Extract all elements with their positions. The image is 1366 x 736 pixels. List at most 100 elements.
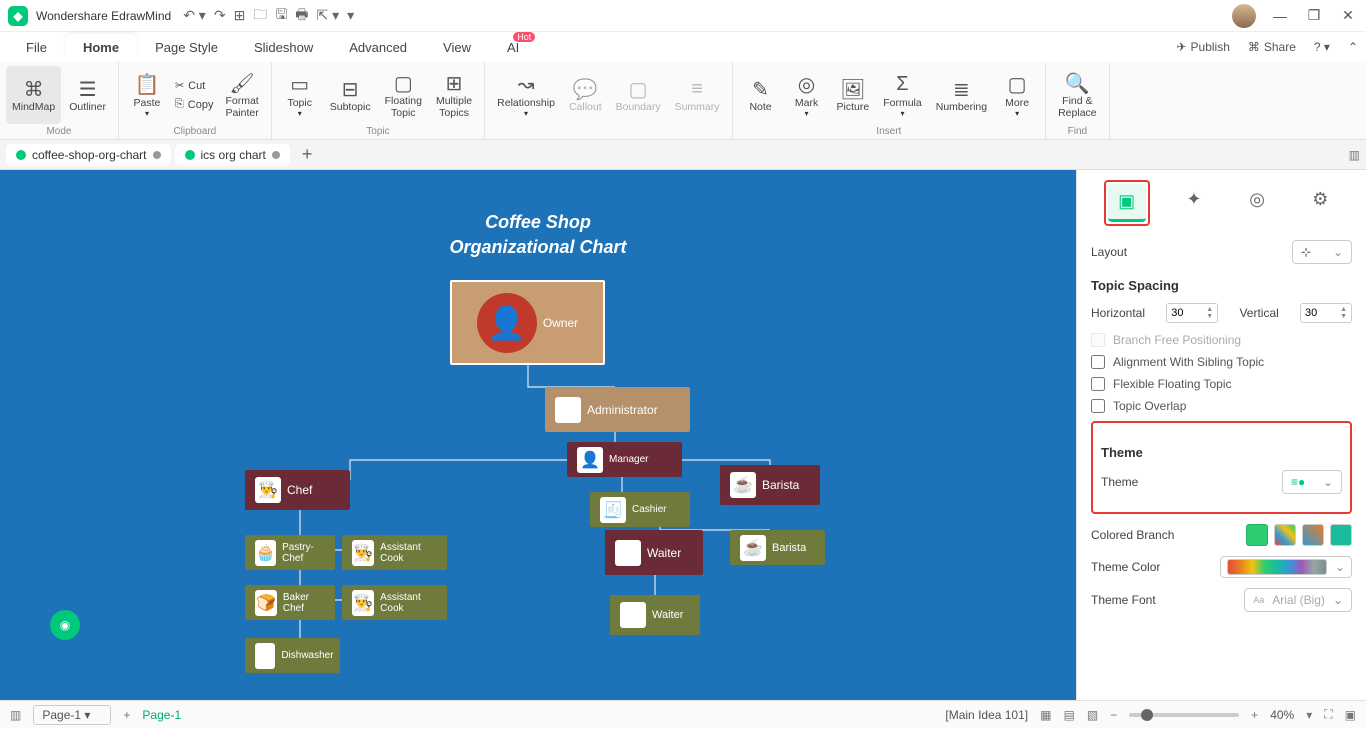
mark-button[interactable]: ◎Mark▾: [785, 66, 829, 124]
summary-button[interactable]: ≡Summary: [669, 66, 726, 124]
boundary-button[interactable]: ▢Boundary: [610, 66, 667, 124]
assistant-fab[interactable]: ◉: [50, 610, 80, 640]
zoom-slider[interactable]: [1129, 713, 1239, 717]
swatch-green[interactable]: [1246, 524, 1268, 546]
menu-home[interactable]: Home: [65, 34, 137, 61]
copy-button[interactable]: ⎘Copy: [171, 96, 218, 113]
relationship-button[interactable]: ↝Relationship▾: [491, 66, 561, 124]
multiple-topics-button[interactable]: ⊞Multiple Topics: [430, 66, 478, 124]
format-painter-button[interactable]: 🖌Format Painter: [219, 66, 264, 124]
panel-tab-mark[interactable]: ◎: [1238, 180, 1276, 218]
node-assistant-cook-2[interactable]: 👨‍🍳Assistant Cook: [342, 585, 447, 620]
swatch-teal[interactable]: [1330, 524, 1352, 546]
menu-ai[interactable]: AIHot: [489, 34, 537, 61]
fullscreen-icon[interactable]: ⛶: [1324, 707, 1332, 722]
node-waiter-lead[interactable]: 🍽Waiter: [605, 530, 703, 575]
doc-tab-1[interactable]: coffee-shop-org-chart: [6, 144, 171, 166]
node-waiter[interactable]: 🍽Waiter: [610, 595, 700, 635]
minimize-button[interactable]: —: [1270, 8, 1290, 24]
page-link[interactable]: Page-1: [142, 708, 181, 722]
node-admin[interactable]: ⚙Administrator: [545, 387, 690, 432]
cut-button[interactable]: ✂Cut: [171, 77, 218, 94]
add-tab-button[interactable]: +: [294, 144, 321, 165]
add-page-button[interactable]: +: [123, 708, 130, 722]
floating-topic-button[interactable]: ▢Floating Topic: [379, 66, 428, 124]
find-replace-button[interactable]: 🔍Find & Replace: [1052, 66, 1103, 124]
note-button[interactable]: ✎Note: [739, 66, 783, 124]
doc-tab-2[interactable]: ics org chart: [175, 144, 290, 166]
node-barista[interactable]: ☕Barista: [730, 530, 825, 565]
maximize-button[interactable]: ❐: [1304, 7, 1324, 24]
down-icon[interactable]: ▼: [1206, 313, 1213, 320]
canvas[interactable]: Coffee ShopOrganizational Chart 👤Owner ⚙…: [0, 170, 1076, 700]
mindmap-button[interactable]: ⌘MindMap: [6, 66, 61, 124]
open-icon[interactable]: 🗀: [253, 4, 267, 28]
align-sibling-checkbox[interactable]: [1091, 355, 1105, 369]
help-button[interactable]: ? ▾: [1314, 40, 1330, 54]
overlap-checkbox[interactable]: [1091, 399, 1105, 413]
zoom-dropdown[interactable]: ▾: [1306, 708, 1312, 722]
zoom-in-button[interactable]: +: [1251, 708, 1258, 722]
horizontal-input[interactable]: [1171, 307, 1199, 319]
picture-button[interactable]: 🖼Picture: [831, 66, 876, 124]
panel-toggle-icon[interactable]: ▣: [1345, 708, 1356, 722]
panel-tab-layout[interactable]: ▣: [1108, 184, 1146, 222]
node-manager[interactable]: 👤Manager: [567, 442, 682, 477]
paste-button[interactable]: 📋Paste▾: [125, 66, 169, 124]
publish-button[interactable]: ✈ Publish: [1176, 40, 1229, 54]
vertical-spinner[interactable]: ▲▼: [1300, 303, 1352, 323]
node-assistant-cook-1[interactable]: 👨‍🍳Assistant Cook: [342, 535, 447, 570]
theme-color-dropdown[interactable]: [1220, 556, 1352, 578]
redo-icon[interactable]: ↷: [214, 7, 226, 24]
layout-dropdown[interactable]: ⊹: [1292, 240, 1352, 264]
view-mode-1-icon[interactable]: ▦: [1040, 708, 1051, 722]
share-button[interactable]: ⌘ Share: [1248, 40, 1296, 54]
vertical-input[interactable]: [1305, 307, 1333, 319]
node-chef[interactable]: 👨‍🍳Chef: [245, 470, 350, 510]
pages-icon[interactable]: ▥: [10, 708, 21, 722]
theme-dropdown[interactable]: ≡●: [1282, 470, 1342, 494]
horizontal-spinner[interactable]: ▲▼: [1166, 303, 1218, 323]
callout-button[interactable]: 💬Callout: [563, 66, 608, 124]
up-icon[interactable]: ▲: [1206, 306, 1213, 313]
numbering-button[interactable]: ≣Numbering: [930, 66, 993, 124]
swatch-multi[interactable]: [1274, 524, 1296, 546]
zoom-out-button[interactable]: −: [1110, 708, 1117, 722]
node-cashier[interactable]: 🧾Cashier: [590, 492, 690, 527]
undo-icon[interactable]: ↶ ▾: [183, 7, 206, 24]
theme-font-dropdown[interactable]: Aa Arial (Big): [1244, 588, 1352, 612]
flex-float-checkbox[interactable]: [1091, 377, 1105, 391]
export-icon[interactable]: ⇱ ▾: [316, 7, 339, 24]
view-mode-3-icon[interactable]: ▧: [1087, 708, 1098, 722]
save-icon[interactable]: 🖫: [275, 4, 287, 28]
node-baker[interactable]: 🍞Baker Chef: [245, 585, 335, 620]
new-icon[interactable]: ⊞: [234, 7, 246, 24]
node-owner[interactable]: 👤Owner: [450, 280, 605, 365]
panel-tab-settings[interactable]: ⚙: [1301, 180, 1339, 218]
tabs-side-toggle[interactable]: ▥: [1349, 148, 1360, 162]
node-barista-lead[interactable]: ☕Barista: [720, 465, 820, 505]
menu-slideshow[interactable]: Slideshow: [236, 34, 331, 61]
menu-page-style[interactable]: Page Style: [137, 34, 236, 61]
close-button[interactable]: ✕: [1338, 7, 1358, 24]
up-icon[interactable]: ▲: [1340, 306, 1347, 313]
user-avatar[interactable]: [1232, 4, 1256, 28]
panel-tab-style[interactable]: ✦: [1175, 180, 1213, 218]
down-icon[interactable]: ▼: [1340, 313, 1347, 320]
menu-view[interactable]: View: [425, 34, 489, 61]
menu-advanced[interactable]: Advanced: [331, 34, 425, 61]
more-button[interactable]: ▢More▾: [995, 66, 1039, 124]
view-mode-2-icon[interactable]: ▤: [1063, 708, 1074, 722]
topic-button[interactable]: ▭Topic▾: [278, 66, 322, 124]
swatch-duo[interactable]: [1302, 524, 1324, 546]
page-dropdown[interactable]: Page-1 ▾: [33, 705, 111, 725]
qat-more-icon[interactable]: ▾: [347, 7, 354, 24]
node-pastry[interactable]: 🧁Pastry-Chef: [245, 535, 335, 570]
zoom-value[interactable]: 40%: [1270, 708, 1294, 722]
menu-file[interactable]: File: [8, 34, 65, 61]
outliner-button[interactable]: ☰Outliner: [63, 66, 112, 124]
node-dishwasher[interactable]: 🍽Dishwasher: [245, 638, 340, 673]
print-icon[interactable]: 🖶: [295, 4, 308, 28]
formula-button[interactable]: ΣFormula▾: [877, 66, 928, 124]
subtopic-button[interactable]: ⊟Subtopic: [324, 66, 377, 124]
